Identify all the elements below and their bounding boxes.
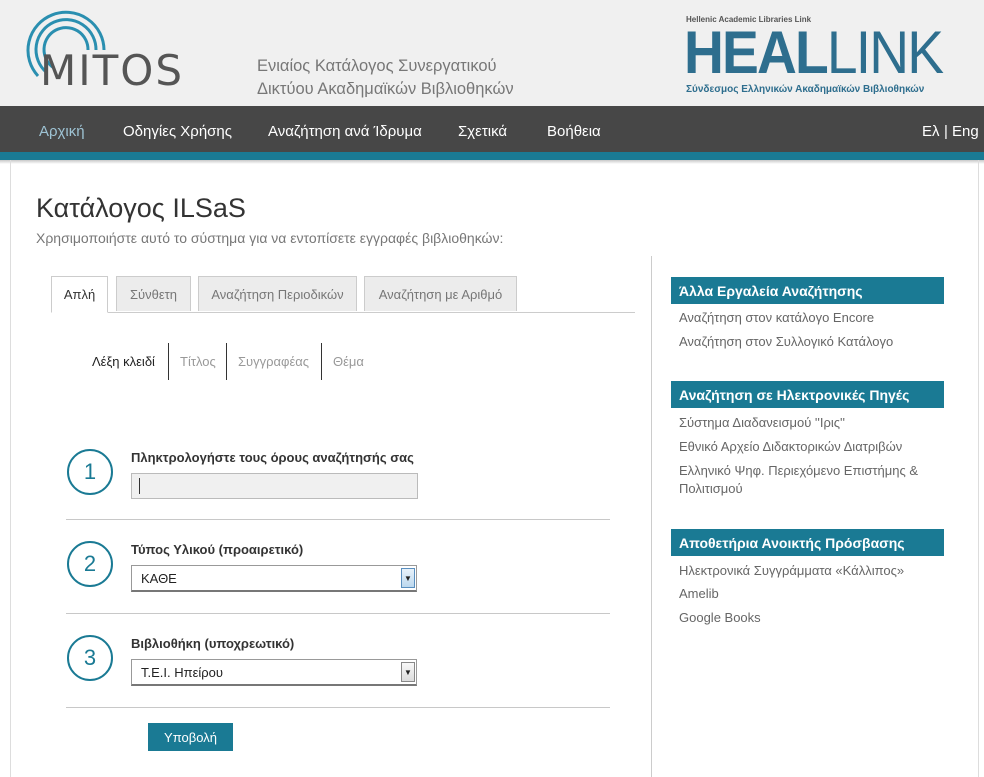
nav-accent-strip bbox=[0, 152, 984, 160]
sidebar-link-phd-archive[interactable]: Εθνικό Αρχείο Διδακτορικών Διατριβών bbox=[679, 438, 929, 456]
page-title: Κατάλογος ILSaS bbox=[36, 193, 246, 223]
lang-greek[interactable]: Ελ bbox=[922, 123, 940, 140]
tab-advanced[interactable]: Σύνθετη bbox=[116, 276, 191, 311]
subtab-separator bbox=[168, 343, 169, 380]
chevron-down-icon[interactable]: ▼ bbox=[401, 662, 415, 682]
site-tagline: Ενιαίος Κατάλογος Συνεργατικού Δικτύου Α… bbox=[257, 55, 514, 101]
step-divider bbox=[66, 707, 610, 708]
tab-journal-search[interactable]: Αναζήτηση Περιοδικών bbox=[198, 276, 357, 311]
step-3-label: Βιβλιοθήκη (υποχρεωτικό) bbox=[131, 636, 295, 651]
chevron-down-icon[interactable]: ▼ bbox=[401, 568, 415, 588]
sidebar-link-google-books[interactable]: Google Books bbox=[679, 609, 929, 627]
material-type-value: ΚΑΘΕ bbox=[141, 570, 177, 586]
sidebar-link-kallipos[interactable]: Ηλεκτρονικά Συγγράμματα «Κάλλιπος» bbox=[679, 562, 929, 580]
lang-english[interactable]: Eng bbox=[952, 123, 979, 140]
site-header: MITOS Ενιαίος Κατάλογος Συνεργατικού Δικ… bbox=[0, 0, 984, 106]
lang-separator: | bbox=[944, 123, 948, 140]
sidebar-heading-electronic-sources: Αναζήτηση σε Ηλεκτρονικές Πηγές bbox=[671, 381, 944, 408]
submit-button[interactable]: Υποβολή bbox=[148, 723, 233, 751]
step-3-circle: 3 bbox=[67, 635, 113, 681]
tab-number-search[interactable]: Αναζήτηση με Αριθμό bbox=[364, 276, 517, 311]
step-1-label: Πληκτρολογήστε τους όρους αναζήτησής σας bbox=[131, 450, 414, 465]
step-2-circle: 2 bbox=[67, 541, 113, 587]
subtab-subject[interactable]: Θέμα bbox=[333, 343, 364, 380]
sidebar-link-greek-digital-content[interactable]: Ελληνικό Ψηφ. Περιεχόμενο Επιστήμης & Πο… bbox=[679, 462, 929, 498]
tagline-line-1: Ενιαίος Κατάλογος Συνεργατικού bbox=[257, 57, 497, 75]
sidebar-link-iris[interactable]: Σύστημα Διαδανεισμού ''Ιρις'' bbox=[679, 414, 929, 432]
nav-shadow bbox=[0, 160, 984, 164]
sidebar-heading-other-tools: Άλλα Εργαλεία Αναζήτησης bbox=[671, 277, 944, 304]
library-value: Τ.Ε.Ι. Ηπείρου bbox=[141, 664, 224, 680]
subtab-author[interactable]: Συγγραφέας bbox=[238, 343, 309, 380]
nav-item-search-by-institution[interactable]: Αναζήτηση ανά Ίδρυμα bbox=[268, 123, 422, 140]
step-divider bbox=[66, 519, 610, 520]
tab-bar-line bbox=[51, 312, 635, 313]
tagline-line-2: Δικτύου Ακαδημαϊκών Βιβλιοθηκών bbox=[257, 80, 514, 98]
library-select[interactable]: Τ.Ε.Ι. Ηπείρου ▼ bbox=[131, 659, 417, 686]
nav-item-about[interactable]: Σχετικά bbox=[458, 123, 507, 140]
sidebar-link-amelib[interactable]: Amelib bbox=[679, 585, 929, 603]
sidebar-link-encore[interactable]: Αναζήτηση στον κατάλογο Encore bbox=[679, 309, 929, 327]
material-type-select[interactable]: ΚΑΘΕ ▼ bbox=[131, 565, 417, 592]
search-terms-input[interactable] bbox=[131, 473, 418, 499]
subtab-title[interactable]: Τίτλος bbox=[180, 343, 216, 380]
text-cursor bbox=[139, 478, 140, 494]
mitos-logo-text: MITOS bbox=[40, 46, 184, 95]
step-divider bbox=[66, 613, 610, 614]
nav-item-home[interactable]: Αρχική bbox=[39, 123, 85, 140]
sidebar-divider bbox=[651, 256, 652, 777]
nav-item-user-guide[interactable]: Οδηγίες Χρήσης bbox=[123, 123, 232, 140]
frame-left-border bbox=[10, 160, 11, 777]
heallink-logo[interactable]: HEALLINK bbox=[684, 19, 944, 86]
step-2-label: Τύπος Υλικού (προαιρετικό) bbox=[131, 542, 304, 557]
sidebar-link-union-catalog[interactable]: Αναζήτηση στον Συλλογικό Κατάλογο bbox=[679, 333, 929, 351]
heallink-heal: HEAL bbox=[684, 19, 829, 86]
frame-right-border bbox=[978, 160, 979, 777]
subtab-separator bbox=[321, 343, 322, 380]
nav-item-help[interactable]: Βοήθεια bbox=[547, 123, 601, 140]
page-subtitle: Χρησιμοποιήστε αυτό το σύστημα για να εν… bbox=[36, 230, 504, 246]
step-1-circle: 1 bbox=[67, 449, 113, 495]
subtab-keyword[interactable]: Λέξη κλειδί bbox=[92, 343, 155, 380]
sidebar-heading-open-access: Αποθετήρια Ανοικτής Πρόσβασης bbox=[671, 529, 944, 556]
tab-simple[interactable]: Απλή bbox=[51, 276, 108, 313]
heallink-subtitle: Σύνδεσμος Ελληνικών Ακαδημαϊκών Βιβλιοθη… bbox=[686, 84, 925, 95]
heallink-link: LINK bbox=[826, 19, 944, 86]
subtab-separator bbox=[226, 343, 227, 380]
